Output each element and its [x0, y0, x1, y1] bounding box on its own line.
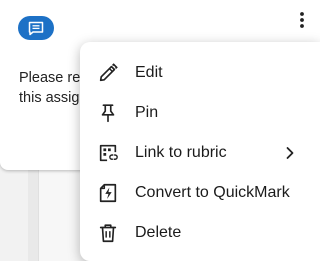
menu-item-pin[interactable]: Pin [80, 93, 320, 133]
chevron-right-icon [280, 143, 300, 163]
more-options-button[interactable] [292, 10, 312, 30]
more-vert-icon [300, 12, 304, 28]
quickmark-icon [96, 181, 120, 205]
menu-item-delete[interactable]: Delete [80, 213, 320, 253]
comment-type-badge [18, 16, 54, 40]
menu-item-edit[interactable]: Edit [80, 53, 320, 93]
comment-text-line: this assig [19, 90, 80, 106]
menu-item-label: Delete [135, 224, 182, 241]
trash-icon [96, 221, 120, 245]
comment-options-menu: Edit Pin Link to rubric Convert to Quick… [80, 42, 320, 261]
menu-item-label: Convert to QuickMark [135, 184, 290, 201]
menu-item-label: Link to rubric [135, 144, 227, 161]
menu-item-label: Edit [135, 64, 163, 81]
comment-text: Please re this assig [19, 68, 81, 108]
comment-icon [28, 21, 44, 35]
comment-text-line: Please re [19, 70, 81, 86]
menu-item-link-to-rubric[interactable]: Link to rubric [80, 133, 320, 173]
menu-item-convert-to-quickmark[interactable]: Convert to QuickMark [80, 173, 320, 213]
pin-icon [96, 101, 120, 125]
rubric-link-icon [96, 141, 120, 165]
pencil-icon [96, 61, 120, 85]
menu-item-label: Pin [135, 104, 159, 121]
